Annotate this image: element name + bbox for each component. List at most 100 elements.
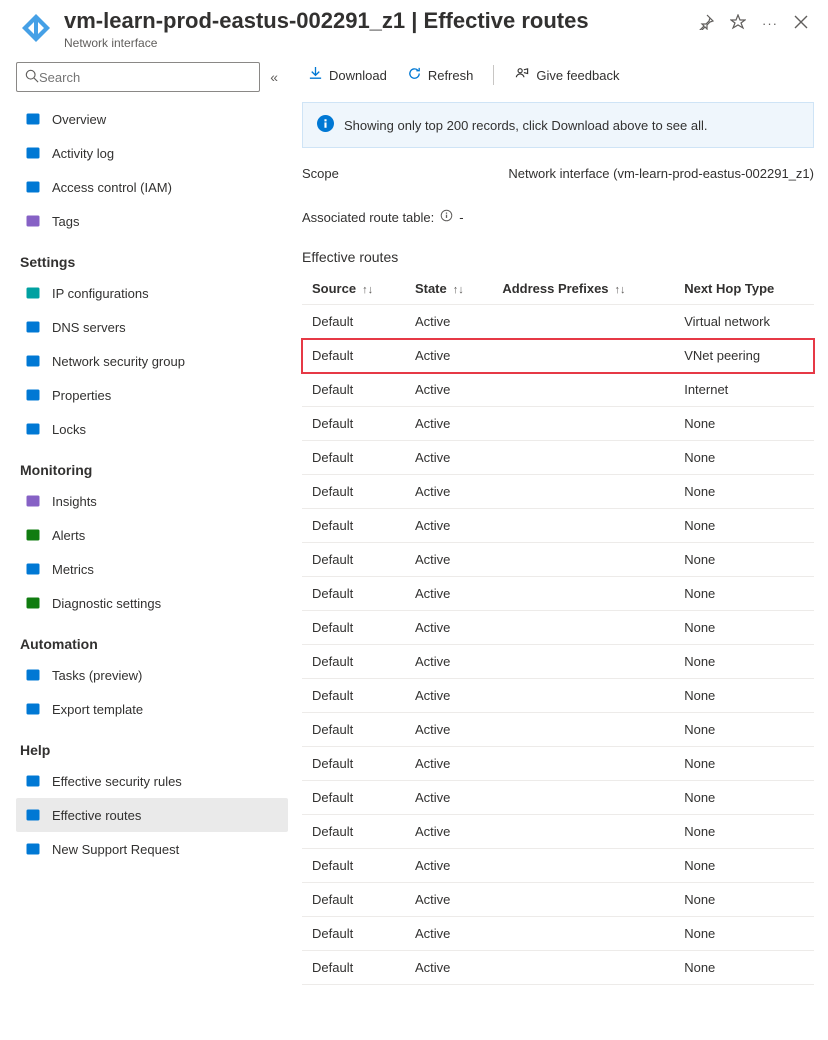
sidebar-item-label: Insights bbox=[52, 494, 97, 509]
sidebar-item-activity-log[interactable]: Activity log bbox=[16, 136, 288, 170]
col-nexthop[interactable]: Next Hop Type bbox=[674, 273, 814, 305]
sidebar-item-tags[interactable]: Tags bbox=[16, 204, 288, 238]
sidebar-item-overview[interactable]: Overview bbox=[16, 102, 288, 136]
sidebar-item-export-template[interactable]: Export template bbox=[16, 692, 288, 726]
info-banner: Showing only top 200 records, click Down… bbox=[302, 102, 814, 148]
download-button[interactable]: Download bbox=[302, 62, 393, 88]
info-text: Showing only top 200 records, click Down… bbox=[344, 118, 708, 133]
table-row[interactable]: DefaultActiveVirtual network bbox=[302, 305, 814, 339]
cell-prefixes bbox=[492, 407, 674, 441]
cell-state: Active bbox=[405, 645, 492, 679]
search-input[interactable] bbox=[39, 70, 251, 85]
table-row[interactable]: DefaultActiveNone bbox=[302, 815, 814, 849]
cell-state: Active bbox=[405, 305, 492, 339]
cell-prefixes bbox=[492, 577, 674, 611]
table-row[interactable]: DefaultActiveNone bbox=[302, 645, 814, 679]
sidebar-item-alerts[interactable]: Alerts bbox=[16, 518, 288, 552]
sidebar-item-label: Tags bbox=[52, 214, 79, 229]
sidebar-item-label: New Support Request bbox=[52, 842, 179, 857]
table-row[interactable]: DefaultActiveNone bbox=[302, 747, 814, 781]
table-row[interactable]: DefaultActiveNone bbox=[302, 441, 814, 475]
col-state[interactable]: State↑↓ bbox=[405, 273, 492, 305]
cell-state: Active bbox=[405, 781, 492, 815]
table-row[interactable]: DefaultActiveNone bbox=[302, 475, 814, 509]
sidebar-item-diagnostic[interactable]: Diagnostic settings bbox=[16, 586, 288, 620]
cell-state: Active bbox=[405, 679, 492, 713]
sidebar-item-label: Metrics bbox=[52, 562, 94, 577]
sidebar-item-eff-routes[interactable]: Effective routes bbox=[16, 798, 288, 832]
sidebar-item-new-support[interactable]: New Support Request bbox=[16, 832, 288, 866]
table-row[interactable]: DefaultActiveNone bbox=[302, 543, 814, 577]
cell-prefixes bbox=[492, 509, 674, 543]
table-row[interactable]: DefaultActiveNone bbox=[302, 509, 814, 543]
cell-nexthop: None bbox=[674, 509, 814, 543]
cell-source: Default bbox=[302, 747, 405, 781]
cell-prefixes bbox=[492, 883, 674, 917]
ip-config-icon bbox=[24, 284, 42, 302]
cell-state: Active bbox=[405, 441, 492, 475]
search-box[interactable] bbox=[16, 62, 260, 92]
sidebar-item-tasks[interactable]: Tasks (preview) bbox=[16, 658, 288, 692]
cell-prefixes bbox=[492, 747, 674, 781]
eff-sec-rules-icon bbox=[24, 772, 42, 790]
sidebar: « OverviewActivity logAccess control (IA… bbox=[0, 54, 288, 1034]
table-row[interactable]: DefaultActiveNone bbox=[302, 407, 814, 441]
sidebar-item-label: IP configurations bbox=[52, 286, 149, 301]
table-row[interactable]: DefaultActiveVNet peering bbox=[302, 339, 814, 373]
pin-icon[interactable] bbox=[698, 14, 714, 33]
cell-state: Active bbox=[405, 339, 492, 373]
sidebar-item-access-control[interactable]: Access control (IAM) bbox=[16, 170, 288, 204]
sidebar-item-ip-config[interactable]: IP configurations bbox=[16, 276, 288, 310]
cell-prefixes bbox=[492, 339, 674, 373]
sidebar-item-nsg[interactable]: Network security group bbox=[16, 344, 288, 378]
more-icon[interactable]: ··· bbox=[762, 16, 778, 31]
table-row[interactable]: DefaultActiveNone bbox=[302, 849, 814, 883]
close-icon[interactable] bbox=[794, 15, 808, 32]
scope-label: Scope bbox=[302, 166, 339, 181]
command-bar: Download Refresh Give feedback bbox=[302, 62, 814, 88]
sidebar-item-insights[interactable]: Insights bbox=[16, 484, 288, 518]
table-row[interactable]: DefaultActiveInternet bbox=[302, 373, 814, 407]
cell-prefixes bbox=[492, 679, 674, 713]
collapse-sidebar-icon[interactable]: « bbox=[270, 69, 278, 85]
routes-title: Effective routes bbox=[302, 249, 814, 265]
table-row[interactable]: DefaultActiveNone bbox=[302, 679, 814, 713]
cell-source: Default bbox=[302, 645, 405, 679]
sidebar-item-locks[interactable]: Locks bbox=[16, 412, 288, 446]
sidebar-item-properties[interactable]: Properties bbox=[16, 378, 288, 412]
toolbar-divider bbox=[493, 65, 494, 85]
table-row[interactable]: DefaultActiveNone bbox=[302, 713, 814, 747]
network-interface-icon bbox=[20, 12, 52, 44]
export-template-icon bbox=[24, 700, 42, 718]
assoc-label: Associated route table: bbox=[302, 210, 434, 225]
cell-nexthop: None bbox=[674, 781, 814, 815]
cell-state: Active bbox=[405, 407, 492, 441]
blade-header: vm-learn-prod-eastus-002291_z1 | Effecti… bbox=[0, 0, 828, 54]
cell-nexthop: None bbox=[674, 475, 814, 509]
sidebar-item-eff-sec-rules[interactable]: Effective security rules bbox=[16, 764, 288, 798]
table-row[interactable]: DefaultActiveNone bbox=[302, 611, 814, 645]
table-row[interactable]: DefaultActiveNone bbox=[302, 917, 814, 951]
sidebar-item-dns-servers[interactable]: DNS servers bbox=[16, 310, 288, 344]
favorite-icon[interactable] bbox=[730, 14, 746, 33]
table-row[interactable]: DefaultActiveNone bbox=[302, 883, 814, 917]
cell-prefixes bbox=[492, 475, 674, 509]
cell-nexthop: None bbox=[674, 883, 814, 917]
table-row[interactable]: DefaultActiveNone bbox=[302, 781, 814, 815]
cell-prefixes bbox=[492, 781, 674, 815]
info-circle-icon[interactable] bbox=[440, 209, 453, 225]
cell-source: Default bbox=[302, 611, 405, 645]
feedback-button[interactable]: Give feedback bbox=[508, 62, 625, 88]
main-content: Download Refresh Give feedback Showing o… bbox=[288, 54, 828, 1034]
cell-nexthop: None bbox=[674, 951, 814, 985]
table-row[interactable]: DefaultActiveNone bbox=[302, 951, 814, 985]
activity-log-icon bbox=[24, 144, 42, 162]
download-icon bbox=[308, 66, 323, 84]
dns-servers-icon bbox=[24, 318, 42, 336]
sidebar-item-metrics[interactable]: Metrics bbox=[16, 552, 288, 586]
table-row[interactable]: DefaultActiveNone bbox=[302, 577, 814, 611]
col-prefixes[interactable]: Address Prefixes↑↓ bbox=[492, 273, 674, 305]
refresh-button[interactable]: Refresh bbox=[401, 62, 480, 88]
col-source[interactable]: Source↑↓ bbox=[302, 273, 405, 305]
sidebar-item-label: Effective security rules bbox=[52, 774, 182, 789]
